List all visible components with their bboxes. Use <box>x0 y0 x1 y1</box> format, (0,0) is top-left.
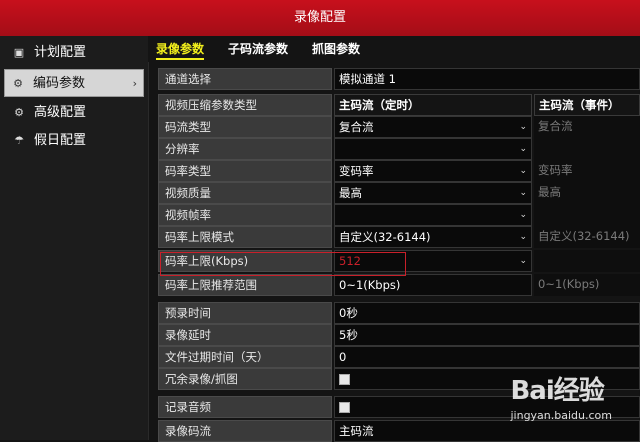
tab-snapshot-params[interactable]: 抓图参数 <box>312 40 360 57</box>
sidebar-item-encoding[interactable]: ⚙ 编码参数 › <box>4 69 144 97</box>
sidebar-item-holiday[interactable]: ☂ 假日配置 <box>0 127 148 155</box>
record-stream-select[interactable]: 主码流 <box>334 420 640 442</box>
select-value: 自定义(32-6144) <box>339 230 431 244</box>
event-frame-rate <box>534 204 640 226</box>
frame-rate-row: 视频帧率 ⌄ <box>158 204 640 226</box>
chevron-down-icon: ⌄ <box>519 210 527 220</box>
main-stream-event-header: 主码流（事件） <box>534 94 640 116</box>
window-titlebar: 录像配置 <box>0 0 640 36</box>
tab-substream-params[interactable]: 子码流参数 <box>228 40 288 57</box>
sidebar-item-label: 假日配置 <box>34 133 87 148</box>
field-label: 视频压缩参数类型 <box>158 94 332 116</box>
chevron-down-icon: ⌄ <box>519 188 527 198</box>
postrecord-select[interactable]: 5秒 <box>334 324 640 346</box>
chevron-down-icon: ⌄ <box>519 256 527 266</box>
stream-type-select[interactable]: 复合流 ⌄ <box>334 116 532 138</box>
field-label: 通道选择 <box>158 68 332 90</box>
record-stream-row: 录像码流 主码流 <box>158 420 640 442</box>
redundant-checkbox[interactable] <box>339 374 350 385</box>
field-label: 视频质量 <box>158 182 332 204</box>
chevron-down-icon: ⌄ <box>519 232 527 242</box>
expire-row: 文件过期时间（天） 0 <box>158 346 640 368</box>
field-label: 文件过期时间（天） <box>158 346 332 368</box>
sidebar-item-label: 计划配置 <box>34 45 87 60</box>
field-label: 预录时间 <box>158 302 332 324</box>
bitrate-type-select[interactable]: 变码率 ⌄ <box>334 160 532 182</box>
field-label: 码率类型 <box>158 160 332 182</box>
resolution-row: 分辨率 ⌄ <box>158 138 640 160</box>
field-label: 记录音频 <box>158 396 332 418</box>
chevron-down-icon: ⌄ <box>519 122 527 132</box>
umbrella-icon: ☂ <box>14 134 24 147</box>
field-label: 冗余录像/抓图 <box>158 368 332 390</box>
field-label: 视频帧率 <box>158 204 332 226</box>
field-label: 码率上限推荐范围 <box>158 274 332 296</box>
window-title: 录像配置 <box>293 10 346 25</box>
event-resolution <box>534 138 640 160</box>
video-quality-row: 视频质量 最高 ⌄ 最高 <box>158 182 640 204</box>
audio-checkbox[interactable] <box>339 402 350 413</box>
watermark-url: jingyan.baidu.com <box>510 409 612 422</box>
event-video-quality: 最高 <box>534 182 640 204</box>
sidebar-item-label: 编码参数 <box>33 76 86 91</box>
bitrate-limit-mode-select[interactable]: 自定义(32-6144) ⌄ <box>334 226 532 248</box>
event-bitrate-limit <box>534 250 640 272</box>
bitrate-limit-highlight <box>160 252 406 276</box>
square-icon: ▣ <box>13 46 25 59</box>
stream-type-row: 码流类型 复合流 ⌄ 复合流 <box>158 116 640 138</box>
watermark: Bai经验 jingyan.baidu.com <box>510 370 612 422</box>
compression-type-row: 视频压缩参数类型 主码流（定时） 主码流（事件） <box>158 94 640 116</box>
resolution-select[interactable]: ⌄ <box>334 138 532 160</box>
sidebar-item-schedule[interactable]: ▣ 计划配置 <box>0 39 148 67</box>
bitrate-type-row: 码率类型 变码率 ⌄ 变码率 <box>158 160 640 182</box>
bitrate-limit-mode-row: 码率上限模式 自定义(32-6144) ⌄ 自定义(32-6144) <box>158 226 640 248</box>
event-bitrate-limit-mode: 自定义(32-6144) <box>534 226 640 248</box>
select-value: 最高 <box>339 186 362 200</box>
prerecord-row: 预录时间 0秒 <box>158 302 640 324</box>
gear-icon: ⚙ <box>14 106 24 119</box>
event-bitrate-type: 变码率 <box>534 160 640 182</box>
field-label: 码率上限模式 <box>158 226 332 248</box>
watermark-logo: Bai经验 <box>510 376 604 406</box>
field-label: 分辨率 <box>158 138 332 160</box>
select-value: 变码率 <box>339 164 374 178</box>
select-value: 复合流 <box>339 120 374 134</box>
field-label: 录像延时 <box>158 324 332 346</box>
chevron-right-icon: › <box>132 77 137 90</box>
video-quality-select[interactable]: 最高 ⌄ <box>334 182 532 204</box>
recommended-range-value: 0~1(Kbps) <box>334 274 532 296</box>
gear-icon: ⚙ <box>13 77 23 90</box>
sidebar-item-advanced[interactable]: ⚙ 高级配置 <box>0 99 148 127</box>
main-stream-timed-header: 主码流（定时） <box>334 94 532 116</box>
chevron-down-icon: ⌄ <box>519 144 527 154</box>
expire-input[interactable]: 0 <box>334 346 640 368</box>
channel-select[interactable]: 模拟通道 1 <box>334 68 640 90</box>
postrecord-row: 录像延时 5秒 <box>158 324 640 346</box>
field-label: 录像码流 <box>158 420 332 442</box>
event-recommended-range: 0~1(Kbps) <box>534 274 640 296</box>
field-label: 码流类型 <box>158 116 332 138</box>
chevron-down-icon: ⌄ <box>519 166 527 176</box>
event-stream-type: 复合流 <box>534 116 640 138</box>
tab-record-params[interactable]: 录像参数 <box>156 40 205 60</box>
sidebar-item-label: 高级配置 <box>34 105 87 120</box>
prerecord-select[interactable]: 0秒 <box>334 302 640 324</box>
tab-bar: 录像参数 子码流参数 抓图参数 <box>148 36 640 62</box>
recommended-range-row: 码率上限推荐范围 0~1(Kbps) 0~1(Kbps) <box>158 274 640 296</box>
channel-row: 通道选择 模拟通道 1 <box>158 68 640 90</box>
sidebar: ▣ 计划配置 ⚙ 编码参数 › ⚙ 高级配置 ☂ 假日配置 <box>0 36 149 440</box>
frame-rate-select[interactable]: ⌄ <box>334 204 532 226</box>
